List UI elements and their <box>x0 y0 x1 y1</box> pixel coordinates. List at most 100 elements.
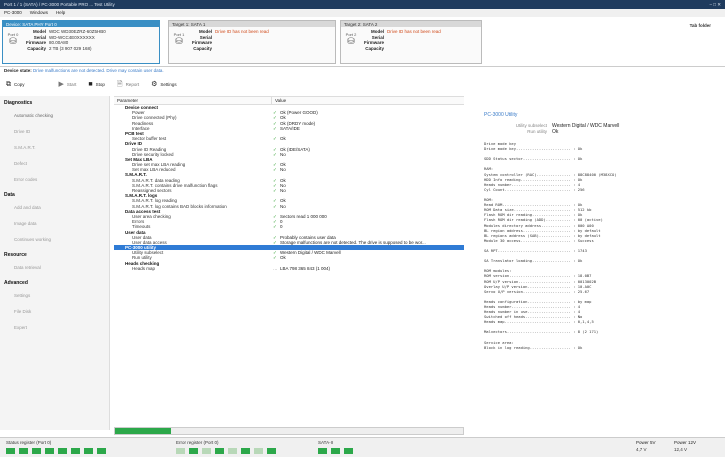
drive-card-header: Target 1: SATA 1 <box>169 21 335 27</box>
hdd-icon: ⛁ <box>175 36 183 46</box>
hdd-icon: ⛁ <box>9 36 17 46</box>
device-state: Device state: Drive malfunctions are not… <box>0 67 725 74</box>
table-cell-value: … LBA 798 365 843 (1 004) <box>271 266 464 271</box>
sidebar-item[interactable]: Drive ID <box>0 124 109 140</box>
table-cell-parameter: Heads map <box>132 265 156 271</box>
report-label: Report <box>125 81 140 87</box>
status-led <box>84 448 93 454</box>
drive-icon: Port 2 ⛁ <box>344 32 358 52</box>
status-led <box>318 448 327 454</box>
status-led <box>267 448 276 454</box>
sidebar-group-title: Diagnostics <box>4 100 33 106</box>
drive-card[interactable]: Target 1: SATA 1 Port 1 ⛁ Model Drive ID has… <box>168 20 336 64</box>
status-led <box>45 448 54 454</box>
details-title: PC-3000 Utility <box>484 112 518 118</box>
stop-button[interactable]: ■ Stop <box>88 81 105 88</box>
dots-icon: … <box>273 265 278 271</box>
sidebar-item[interactable]: Settings <box>0 288 109 304</box>
power-5v: Power 5V 4,7 V <box>636 440 656 452</box>
results-table: Parameter Value Device connect Power ✓ Ok (… <box>114 96 464 430</box>
drive-card-header: Device: SATA PHY Port 0 <box>3 21 159 27</box>
drive-info-value: Drive ID has not been read <box>215 29 269 34</box>
column-parameter[interactable]: Parameter <box>114 97 271 104</box>
error-register-label: Error register (Port 0) <box>176 440 219 445</box>
sidebar-item[interactable]: S.M.A.R.T. <box>0 140 109 156</box>
drive-info: Model WDC WD30EZRZ-60Z5HB0 Serial WD-WCC4E0… <box>19 29 159 51</box>
start-button[interactable]: ▶ Start <box>59 81 77 88</box>
sata-leds <box>318 448 353 454</box>
title-bar: Port 1 / 1 (SATA) / PC-3000 Portable PRO… <box>0 0 725 9</box>
sidebar-item[interactable]: Continues working <box>0 232 109 248</box>
table-row[interactable]: Heads map … LBA 798 365 843 (1 004) <box>114 266 464 271</box>
details-panel: PC-3000 Utility Utility subselect Western… <box>470 96 725 430</box>
status-led <box>189 448 198 454</box>
status-bar: Status register (Port 0) Error register … <box>0 437 725 457</box>
device-state-label: Device state: <box>4 68 32 73</box>
sidebar-item[interactable]: Automatic checking <box>0 108 109 124</box>
details-value: Western Digital / WDC Marvell <box>552 123 620 129</box>
status-led <box>6 448 15 454</box>
sidebar-item[interactable]: File Disk <box>0 304 109 320</box>
status-led <box>228 448 237 454</box>
power-5v-value: 4,7 V <box>636 447 647 452</box>
drive-info-key: Capacity <box>365 45 384 51</box>
status-led <box>241 448 250 454</box>
status-led <box>344 448 353 454</box>
sidebar-group-title: Advanced <box>4 280 28 286</box>
power-5v-label: Power 5V <box>636 440 656 445</box>
sidebar-group-title: Resource <box>4 252 27 258</box>
details-row: Run utility Ok <box>484 129 725 135</box>
drive-info-key: Capacity <box>27 45 46 51</box>
power-12v-label: Power 12V <box>674 440 697 445</box>
gear-icon: ⚙ <box>151 80 158 88</box>
column-value[interactable]: Value <box>271 97 286 104</box>
tab-folder-label[interactable]: Tab folder <box>690 23 711 28</box>
stop-icon: ■ <box>88 80 93 88</box>
device-state-message: Drive malfunctions are not detected. Dri… <box>33 68 164 73</box>
table-body: Device connect Power ✓ Ok (Power GOOD) Drive… <box>114 105 464 271</box>
details-log: Drive mode key Drive mode key...........… <box>484 141 617 350</box>
drive-info: Model Drive ID has not been read Serial Fir… <box>357 29 481 51</box>
error-register-leds <box>176 448 276 454</box>
menu-item[interactable]: PC-3000 <box>4 10 22 16</box>
status-led <box>97 448 106 454</box>
copy-button[interactable]: ⧉ Copy <box>6 81 25 88</box>
status-register: Status register (Port 0) <box>6 440 106 454</box>
drive-info-row: Capacity 2 TB (3 907 029 168) <box>19 46 159 52</box>
power-12v-value: 12,4 V <box>674 447 688 452</box>
settings-label: Settings <box>160 81 177 87</box>
settings-button[interactable]: ⚙ Settings <box>151 81 177 88</box>
sata-indicator: SATA-II <box>318 440 353 454</box>
drive-card[interactable]: Device: SATA PHY Port 0 Port 0 ⛁ Model WDC W… <box>2 20 160 64</box>
menu-item[interactable]: Windows <box>30 10 48 16</box>
drive-info-value: Drive ID has not been read <box>387 29 441 34</box>
window-controls[interactable]: – □ ✕ <box>710 2 722 7</box>
sidebar-item[interactable]: Data retrieval <box>0 260 109 276</box>
sidebar-item[interactable]: Expert <box>0 320 109 336</box>
menu-item[interactable]: Help <box>56 10 65 16</box>
status-led <box>202 448 211 454</box>
play-icon: ▶ <box>58 80 64 88</box>
table-header: Parameter Value <box>114 97 464 105</box>
sidebar-item[interactable]: Error codes <box>0 172 109 188</box>
drive-card[interactable]: Target 2: SATA 2 Port 2 ⛁ Model Drive ID has… <box>340 20 482 64</box>
progress-fill <box>115 428 171 434</box>
status-led <box>215 448 224 454</box>
error-register: Error register (Port 0) <box>176 440 276 454</box>
sidebar-item[interactable]: Defect <box>0 156 109 172</box>
sidebar-group-title: Data <box>4 192 15 198</box>
drive-icon: Port 0 ⛁ <box>6 32 20 52</box>
sidebar-item[interactable]: Image data <box>0 216 109 232</box>
progress-bar <box>114 427 464 435</box>
status-register-label: Status register (Port 0) <box>6 440 52 445</box>
drive-info-key: Capacity <box>193 45 212 51</box>
status-led <box>71 448 80 454</box>
toolbar: ⧉ Copy ▶ Start ■ Stop 🗎 Report ⚙ Settings <box>0 75 725 93</box>
status-led <box>176 448 185 454</box>
report-button[interactable]: 🗎 Report <box>117 81 139 88</box>
status-led <box>254 448 263 454</box>
status-led <box>331 448 340 454</box>
drive-info-row: Capacity <box>357 46 481 52</box>
drive-icon: Port 1 ⛁ <box>172 32 186 52</box>
sidebar-item[interactable]: Add and data <box>0 200 109 216</box>
